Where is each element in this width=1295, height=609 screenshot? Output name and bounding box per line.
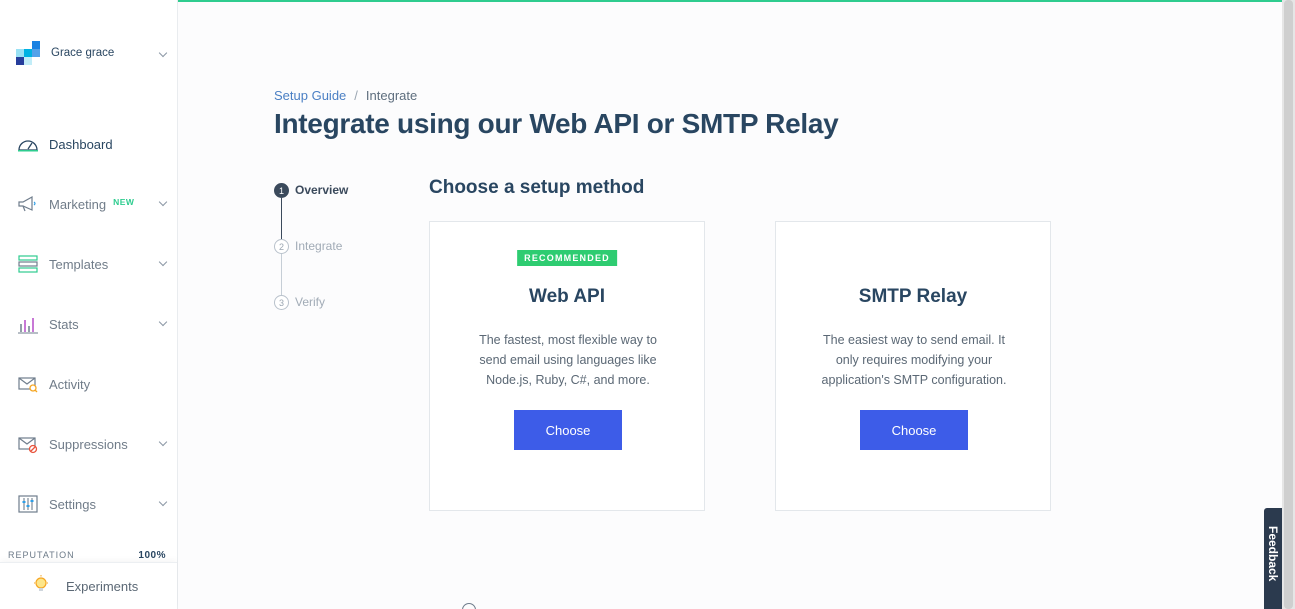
card-description: The easiest way to send email. It only r… (821, 333, 1007, 387)
choose-web-api-button[interactable]: Choose (514, 410, 622, 450)
envelope-search-icon (16, 372, 40, 396)
step-integrate: 2 Integrate (274, 239, 348, 295)
sidebar-item-label: Suppressions (49, 436, 128, 452)
sidebar-item-label: Stats (49, 316, 79, 332)
step-number: 3 (274, 295, 289, 310)
chevron-down-icon (158, 48, 168, 58)
sidebar-item-label: Dashboard (49, 136, 113, 152)
step-overview: 1 Overview (274, 183, 348, 239)
step-number: 1 (274, 183, 289, 198)
step-connector (281, 198, 282, 239)
step-label: Overview (295, 183, 349, 197)
card-title: SMTP Relay (858, 286, 968, 307)
card-description: The fastest, most flexible way to send e… (479, 333, 657, 387)
sendgrid-logo-icon (16, 41, 40, 65)
step-number: 2 (274, 239, 289, 254)
envelope-blocked-icon (16, 432, 40, 456)
feedback-tab[interactable]: Feedback (1264, 508, 1282, 609)
sidebar-item-stats[interactable]: Stats (16, 309, 170, 339)
reputation-label: REPUTATION (8, 550, 75, 560)
page-title: Integrate using our Web API or SMTP Rela… (274, 108, 839, 139)
section-title: Choose a setup method (429, 177, 645, 198)
account-switcher[interactable]: Grace grace (16, 40, 168, 66)
sidebar-item-suppressions[interactable]: Suppressions (16, 429, 170, 459)
chevron-down-icon (158, 257, 168, 267)
lightbulb-icon (32, 574, 50, 599)
breadcrumb-current: Integrate (365, 88, 418, 103)
sliders-icon (16, 492, 40, 516)
sidebar-item-label: Settings (49, 496, 96, 512)
template-icon (16, 252, 40, 276)
scrollbar-thumb[interactable] (1284, 0, 1293, 609)
step-verify: 3 Verify (274, 295, 348, 351)
bar-chart-icon (16, 312, 40, 336)
chevron-down-icon (158, 497, 168, 507)
chevron-down-icon (158, 317, 168, 327)
sidebar-item-marketing[interactable]: Marketing NEW (16, 189, 170, 219)
gauge-icon (16, 132, 40, 156)
globe-icon (462, 603, 476, 609)
sidebar-item-experiments[interactable]: Experiments (0, 562, 177, 609)
breadcrumb-separator: / (354, 88, 358, 103)
smtp-relay-card: SMTP Relay The easiest way to send email… (775, 221, 1051, 511)
chevron-down-icon (158, 437, 168, 447)
breadcrumb-setup-guide-link[interactable]: Setup Guide (274, 88, 346, 103)
sidebar-item-label: Marketing (49, 196, 107, 212)
sidebar: Grace grace Dashboard Marketing NEW Temp… (0, 0, 178, 609)
help-hint-partial (462, 600, 982, 609)
megaphone-icon (16, 192, 40, 216)
reputation-meter: REPUTATION 100% (8, 550, 166, 561)
card-title: Web API (528, 286, 605, 307)
breadcrumb: Setup Guide / Integrate (274, 88, 417, 103)
web-api-card: RECOMMENDED Web API The fastest, most fl… (429, 221, 705, 511)
step-connector (281, 254, 282, 295)
reputation-value: 100% (138, 550, 166, 561)
sidebar-item-activity[interactable]: Activity (16, 369, 170, 399)
choose-smtp-relay-button[interactable]: Choose (860, 410, 968, 450)
sidebar-item-label: Experiments (66, 578, 139, 594)
sidebar-item-settings[interactable]: Settings (16, 489, 170, 519)
sidebar-item-dashboard[interactable]: Dashboard (16, 129, 170, 159)
sidebar-item-label: Templates (49, 256, 109, 272)
main-content: Setup Guide / Integrate Integrate using … (178, 2, 1282, 609)
setup-steps: 1 Overview 2 Integrate 3 Verify (274, 183, 348, 351)
scrollbar[interactable] (1282, 0, 1295, 609)
account-name: Grace grace (51, 47, 115, 59)
sidebar-item-label: Activity (49, 376, 91, 392)
chevron-down-icon (158, 197, 168, 207)
step-label: Integrate (295, 239, 343, 253)
new-badge: NEW (113, 197, 135, 207)
recommended-badge: RECOMMENDED (517, 250, 617, 266)
feedback-label: Feedback (1266, 526, 1280, 582)
sidebar-item-templates[interactable]: Templates (16, 249, 170, 279)
step-label: Verify (295, 295, 326, 309)
